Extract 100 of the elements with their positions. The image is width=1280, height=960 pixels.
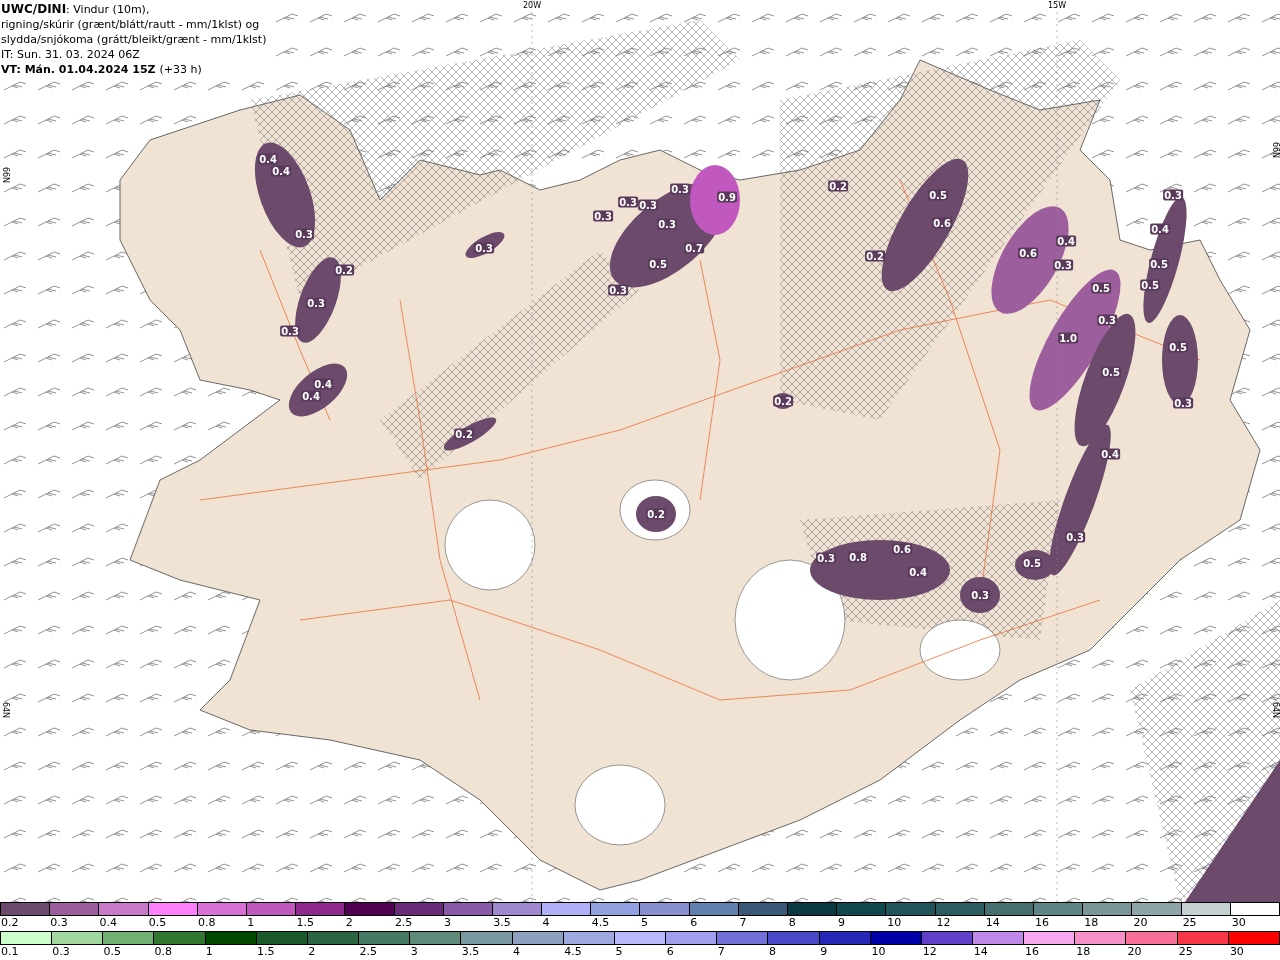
legend-value: 4 bbox=[542, 916, 550, 930]
legend-value: 4 bbox=[513, 945, 521, 959]
contour-label: 0.4 bbox=[908, 566, 928, 578]
header-line: rigning/skúrir (grænt/blátt/rautt - mm/1klst) og bbox=[1, 17, 261, 32]
legend-value: 4.5 bbox=[591, 916, 610, 930]
legend-value: 3 bbox=[410, 945, 418, 959]
legend-value: 1 bbox=[247, 916, 255, 930]
legend-value: 9 bbox=[838, 916, 845, 930]
contour-label: 0.2 bbox=[646, 508, 666, 520]
contour-label: 0.4 bbox=[313, 378, 333, 390]
coordinate-label: 15W bbox=[1047, 0, 1067, 10]
legend-value: 0.3 bbox=[50, 916, 68, 930]
legend-value: 12 bbox=[936, 916, 951, 930]
contour-label: 0.4 bbox=[1100, 448, 1120, 460]
contour-label: 0.4 bbox=[1150, 223, 1170, 235]
contour-label: 0.5 bbox=[648, 258, 668, 270]
legend-value: 1.5 bbox=[296, 916, 314, 930]
legend-value: 16 bbox=[1025, 945, 1040, 959]
coordinate-label: 64N bbox=[1270, 701, 1280, 719]
contour-label: 0.2 bbox=[865, 250, 885, 262]
legend-value: 14 bbox=[985, 916, 1000, 930]
contour-label: 0.5 bbox=[1022, 557, 1042, 569]
contour-label: 0.3 bbox=[306, 297, 326, 309]
legend-value: 3.5 bbox=[461, 945, 480, 959]
coordinate-label: 66N bbox=[0, 166, 10, 184]
contour-label: 0.5 bbox=[1168, 341, 1188, 353]
contour-label: 0.3 bbox=[1097, 314, 1117, 326]
contour-label: 0.2 bbox=[334, 264, 354, 276]
legend-value: 12 bbox=[922, 945, 937, 959]
legend-value: 30 bbox=[1229, 945, 1244, 959]
contour-label: 0.3 bbox=[970, 589, 990, 601]
contour-label: 0.3 bbox=[1065, 531, 1085, 543]
contour-label: 0.3 bbox=[618, 196, 638, 208]
legend-value: 1 bbox=[205, 945, 213, 959]
contour-label: 0.3 bbox=[638, 199, 658, 211]
contour-label: 0.3 bbox=[280, 325, 300, 337]
legend-value: 2.5 bbox=[394, 916, 413, 930]
legend-value: 20 bbox=[1133, 916, 1148, 930]
legend-value: 5 bbox=[641, 916, 649, 930]
contour-label: 0.6 bbox=[1018, 247, 1038, 259]
contour-label: 0.3 bbox=[608, 284, 628, 296]
contour-label: 0.3 bbox=[1053, 259, 1073, 271]
legend-value: 30 bbox=[1231, 916, 1246, 930]
legend-value: 6 bbox=[666, 945, 674, 959]
contour-label: 0.3 bbox=[816, 552, 836, 564]
legend-value: 0.2 bbox=[1, 916, 19, 930]
legend-value: 0.5 bbox=[103, 945, 121, 959]
contour-label: 0.9 bbox=[717, 191, 737, 203]
legend-value: 16 bbox=[1034, 916, 1049, 930]
legend-value: 5 bbox=[615, 945, 623, 959]
forecast-offset: (+33 h) bbox=[159, 62, 202, 77]
header-subtitle: : Vindur (10m), bbox=[66, 2, 150, 17]
contour-label: 0.5 bbox=[1091, 282, 1111, 294]
coordinate-label: 66N bbox=[1270, 141, 1280, 159]
coordinate-label: 64N bbox=[0, 701, 10, 719]
legend-value: 0.8 bbox=[197, 916, 216, 930]
contour-label: 0.3 bbox=[474, 242, 494, 254]
contour-label: 0.6 bbox=[892, 543, 912, 555]
contour-label: 0.7 bbox=[684, 242, 704, 254]
contour-label: 0.4 bbox=[258, 153, 278, 165]
legend-value: 8 bbox=[769, 945, 777, 959]
contour-label: 0.3 bbox=[1163, 189, 1183, 201]
contour-label: 0.3 bbox=[294, 228, 314, 240]
legend-value: 7 bbox=[739, 916, 747, 930]
contour-label: 0.4 bbox=[1056, 235, 1076, 247]
legend-value: 25 bbox=[1182, 916, 1197, 930]
legend-value: 4.5 bbox=[564, 945, 582, 959]
contour-label: 0.5 bbox=[1101, 366, 1121, 378]
header-line: IT: Sun. 31. 03. 2024 06Z bbox=[1, 47, 141, 62]
legend-value: 0.8 bbox=[154, 945, 173, 959]
legend-value: 25 bbox=[1178, 945, 1193, 959]
legend-value: 9 bbox=[820, 945, 828, 959]
contour-label: 0.2 bbox=[773, 395, 793, 407]
contour-label: 0.2 bbox=[454, 428, 474, 440]
legend-value: 18 bbox=[1076, 945, 1091, 959]
legend-value: 6 bbox=[690, 916, 698, 930]
contour-label: 0.6 bbox=[932, 217, 952, 229]
legend-value: 20 bbox=[1127, 945, 1142, 959]
contour-label: 0.5 bbox=[1149, 258, 1169, 270]
contour-label: 0.5 bbox=[1140, 279, 1160, 291]
contour-label: 0.5 bbox=[928, 189, 948, 201]
legend-value: 3 bbox=[444, 916, 452, 930]
contour-label: 0.3 bbox=[657, 218, 677, 230]
legend-value: 2 bbox=[345, 916, 353, 930]
legend-value: 18 bbox=[1084, 916, 1099, 930]
contour-label: 0.4 bbox=[301, 390, 321, 402]
legend-value: 0.4 bbox=[99, 916, 117, 930]
legend-value: 14 bbox=[973, 945, 988, 959]
legend-value: 2.5 bbox=[359, 945, 377, 959]
coordinate-label: 20W bbox=[522, 0, 542, 10]
legend-value: 0.3 bbox=[52, 945, 70, 959]
contour-label: 0.2 bbox=[828, 180, 848, 192]
legend-value: 3.5 bbox=[493, 916, 511, 930]
legend-value: 0.5 bbox=[148, 916, 167, 930]
legend-value: 8 bbox=[788, 916, 796, 930]
contour-label: 0.8 bbox=[848, 551, 868, 563]
contour-label: 0.3 bbox=[593, 210, 613, 222]
legend-value: 0.1 bbox=[1, 945, 19, 959]
legend-value: 10 bbox=[871, 945, 886, 959]
contour-label: 0.3 bbox=[1173, 397, 1193, 409]
